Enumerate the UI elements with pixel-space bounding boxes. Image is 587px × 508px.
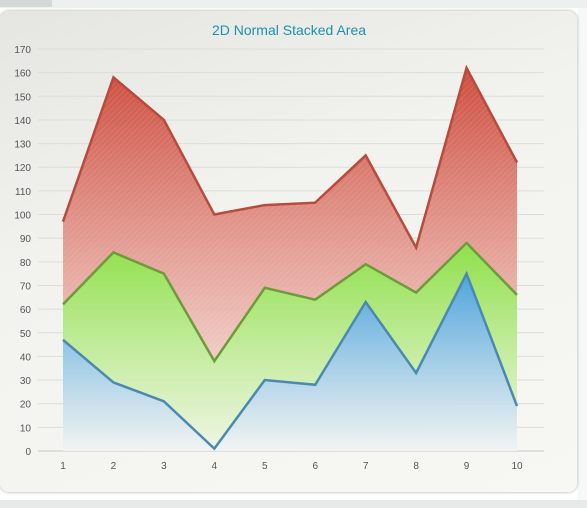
y-tick-label: 140: [14, 116, 31, 127]
chart-title: 2D Normal Stacked Area: [212, 22, 366, 38]
chart-panel: 2D Normal Stacked Area 0 10 20 30 40 50 60 70 80…: [0, 11, 577, 492]
y-tick-label: 90: [20, 234, 32, 245]
x-tick-label: 2: [111, 461, 117, 472]
y-tick-label: 0: [25, 447, 31, 458]
x-tick-label: 3: [161, 461, 167, 472]
x-tick-label: 8: [413, 461, 419, 472]
top-strip-tab: [0, 0, 52, 7]
x-tick-label: 4: [212, 461, 218, 472]
x-tick-label: 5: [262, 461, 268, 472]
y-tick-label: 110: [15, 187, 31, 198]
x-axis-ticks: 1 2 3 4 5 6 7 8 9 10: [60, 461, 523, 472]
y-tick-label: 130: [14, 140, 31, 151]
bottom-strip: [0, 500, 587, 508]
y-tick-label: 150: [14, 92, 31, 103]
y-tick-label: 70: [20, 281, 32, 292]
y-tick-label: 160: [14, 69, 31, 80]
y-axis-ticks: 0 10 20 30 40 50 60 70 80 90 100 110 120 130 140 150 160…: [14, 45, 31, 458]
x-tick-label: 6: [312, 461, 318, 472]
x-tick-label: 9: [464, 461, 470, 472]
y-tick-label: 80: [20, 258, 32, 269]
y-tick-label: 170: [14, 45, 31, 56]
y-tick-label: 10: [20, 423, 32, 434]
stacked-area-chart: 2D Normal Stacked Area 01020304050607080…: [14, 22, 544, 472]
y-tick-label: 60: [20, 305, 32, 316]
x-tick-label: 1: [60, 461, 66, 472]
x-tick-label: 7: [363, 461, 369, 472]
x-tick-label: 10: [511, 461, 523, 472]
y-tick-label: 40: [20, 352, 32, 363]
y-tick-label: 30: [20, 376, 32, 387]
y-tick-label: 100: [14, 211, 31, 222]
top-strip: [0, 0, 587, 8]
y-tick-label: 50: [20, 329, 32, 340]
y-tick-label: 20: [20, 400, 32, 411]
y-tick-label: 120: [14, 163, 31, 174]
right-strip: [578, 8, 587, 500]
